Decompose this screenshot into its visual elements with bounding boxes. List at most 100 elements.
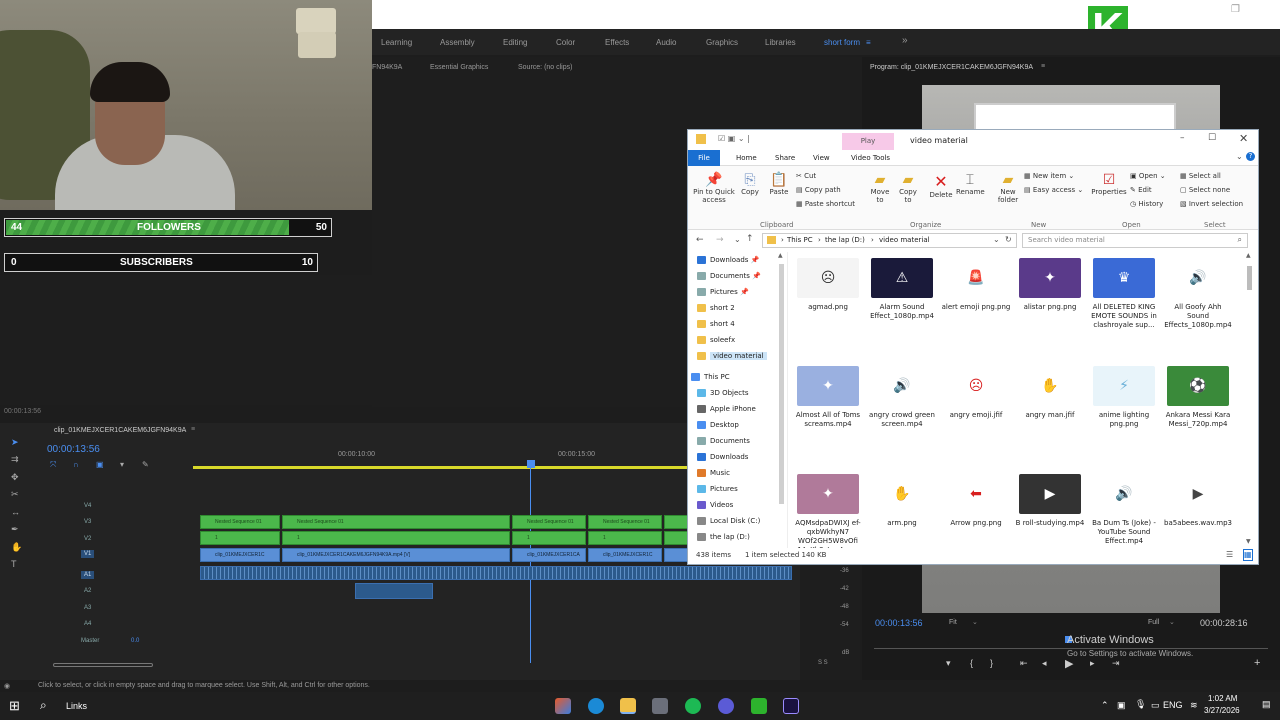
copy-path-button[interactable]: ▤ Copy path	[796, 186, 841, 194]
workspace-audio[interactable]: Audio	[656, 38, 676, 47]
v1-clip[interactable]: clip_01KMEJXCER1CA	[512, 548, 586, 562]
fit-chevron-down-icon[interactable]: ⌄	[972, 618, 978, 626]
nav-item[interactable]: soleefx	[697, 336, 735, 344]
start-windows-icon[interactable]: ⊞	[9, 698, 20, 714]
details-view-icon[interactable]: ☰	[1226, 550, 1233, 559]
nav-scrollbar[interactable]: ▲	[778, 252, 786, 548]
marker-icon[interactable]: ▾	[120, 460, 124, 469]
v2-clip[interactable]: 1	[512, 531, 586, 545]
clock-time[interactable]: 1:02 AM	[1208, 694, 1237, 703]
track-a3[interactable]: A3	[84, 605, 91, 611]
workspace-graphics[interactable]: Graphics	[706, 38, 738, 47]
breadcrumb-root-chevron[interactable]: ›	[781, 236, 784, 244]
meter-solo-label[interactable]: S S	[818, 660, 828, 666]
nav-item[interactable]: Local Disk (C:)	[697, 517, 760, 525]
tab-clip[interactable]: FN94K9A	[372, 64, 402, 71]
spotify-icon[interactable]	[685, 698, 701, 714]
microphone-icon[interactable]: 🎙	[1135, 699, 1146, 710]
breadcrumb-drive[interactable]: the lap (D:)	[825, 236, 865, 244]
v1-clip[interactable]: clip_01KMEJXCER1C	[588, 548, 662, 562]
move-to-button[interactable]: ▰ Move to	[868, 172, 892, 204]
quick-access-toolbar-icon[interactable]: ☑ ▣ ⌄ |	[718, 134, 750, 143]
workspace-libraries[interactable]: Libraries	[765, 38, 796, 47]
delete-button[interactable]: ✕ Delete	[928, 172, 954, 199]
search-input[interactable]: Search video material ⌕	[1022, 233, 1248, 248]
snap-icon[interactable]: ⤧	[50, 460, 56, 470]
file-item[interactable]: ♛ All DELETED KING EMOTE SOUNDS in clashr…	[1089, 258, 1159, 330]
program-timecode[interactable]: 00:00:13:56	[875, 618, 923, 628]
sequence-tab[interactable]: clip_01KMEJXCER1CAKEM6JGFN94K9A	[54, 427, 186, 434]
tab-home[interactable]: Home	[736, 154, 757, 162]
back-icon[interactable]: ←	[696, 235, 704, 245]
timeline-timecode[interactable]: 00:00:13:56	[47, 444, 100, 455]
breadcrumb-this-pc[interactable]: This PC	[787, 236, 813, 244]
track-v3[interactable]: V3	[84, 519, 91, 525]
nav-item[interactable]: Music	[697, 469, 730, 477]
store-icon[interactable]	[652, 698, 668, 714]
files-scroll-thumb[interactable]	[1247, 266, 1252, 290]
copy-button[interactable]: ⎘ Copy	[738, 172, 762, 196]
program-menu-icon[interactable]: ≡	[1041, 63, 1045, 70]
kick-app-icon[interactable]	[751, 698, 767, 714]
nav-scroll-up-icon[interactable]: ▲	[778, 252, 783, 259]
window-restore-icon[interactable]: ❐	[1231, 4, 1240, 15]
files-scroll-up-icon[interactable]: ▲	[1246, 252, 1251, 259]
v2-clip[interactable]	[664, 531, 688, 545]
clock-date[interactable]: 3/27/2026	[1204, 706, 1240, 715]
files-scroll-down-icon[interactable]: ▼	[1246, 538, 1251, 545]
tab-file[interactable]: File	[688, 150, 720, 166]
program-fit-select[interactable]: Fit	[949, 619, 957, 626]
v1-clip[interactable]	[664, 548, 688, 562]
selection-tool-icon[interactable]: ➤	[11, 437, 21, 447]
search-icon[interactable]: ⌕	[40, 698, 47, 713]
large-icons-view-icon[interactable]: ▦	[1243, 549, 1253, 561]
paste-shortcut-button[interactable]: ▦ Paste shortcut	[796, 200, 855, 208]
wifi-icon[interactable]: ≋	[1190, 700, 1198, 711]
pen-tool-icon[interactable]: ✒	[11, 524, 21, 534]
file-item[interactable]: ⬅ Arrow png.png	[941, 474, 1011, 528]
quality-chevron-down-icon[interactable]: ⌄	[1169, 618, 1175, 626]
breadcrumb-chevron[interactable]: ›	[871, 236, 874, 244]
v2-clip[interactable]: 1	[200, 531, 280, 545]
settings-wrench-icon[interactable]: ✎	[142, 460, 149, 469]
open-button[interactable]: ▣ Open ⌄	[1130, 172, 1166, 180]
file-item[interactable]: ✦ AQMsdpaDWIXJ ef-qxbWkhyN7 WOf2GH5W8vOfi…	[793, 474, 863, 550]
nav-item[interactable]: This PC	[691, 373, 730, 381]
pin-quick-access-button[interactable]: 📌 Pin to Quick access	[692, 172, 736, 204]
file-explorer-icon[interactable]	[620, 698, 636, 714]
nav-item[interactable]: video material	[697, 352, 767, 360]
v2-clip[interactable]: 1	[588, 531, 662, 545]
mark-in-icon[interactable]: {	[970, 658, 973, 668]
file-item[interactable]: ✋ angry man.jfif	[1015, 366, 1085, 420]
file-item[interactable]: ⚽ Ankara Messi Kara Messi_720p.mp4	[1163, 366, 1233, 429]
v1-clip[interactable]: clip_01KMEJXCER1C	[200, 548, 280, 562]
track-a1[interactable]: A1	[81, 571, 95, 579]
minimize-icon[interactable]: –	[1180, 133, 1185, 143]
nav-item[interactable]: Desktop	[697, 421, 739, 429]
history-button[interactable]: ◷ History	[1130, 200, 1163, 208]
copy-to-button[interactable]: ▰ Copy to	[896, 172, 920, 204]
file-item[interactable]: ⚠ Alarm Sound Effect_1080p.mp4	[867, 258, 937, 321]
type-tool-icon[interactable]: T	[11, 559, 21, 569]
ribbon-collapse-icon[interactable]: ⌄	[1236, 152, 1243, 161]
recent-locations-icon[interactable]: ⌄	[734, 235, 741, 244]
file-item[interactable]: ✦ Almost All of Toms screams.mp4	[793, 366, 863, 429]
step-back-icon[interactable]: ◂	[1042, 658, 1047, 669]
rename-button[interactable]: ⌶ Rename	[956, 172, 985, 196]
workspace-color[interactable]: Color	[556, 38, 575, 47]
a2-audio-clip[interactable]	[355, 583, 433, 599]
add-marker-icon[interactable]: ▾	[946, 658, 951, 669]
cut-button[interactable]: ✂ Cut	[796, 172, 816, 180]
breadcrumb-video-material[interactable]: video material	[879, 236, 930, 244]
address-dropdown-icon[interactable]: ⌄	[993, 235, 1000, 244]
mark-out-icon[interactable]: }	[990, 658, 993, 668]
nav-item[interactable]: Pictures 📌	[697, 288, 749, 296]
ripple-edit-tool-icon[interactable]: ✥	[11, 472, 21, 482]
track-select-tool-icon[interactable]: ⇉	[11, 454, 21, 464]
workspace-learning[interactable]: Learning	[381, 38, 412, 47]
nav-item[interactable]: Apple iPhone	[697, 405, 756, 413]
go-to-in-icon[interactable]: ⇤	[1020, 658, 1028, 669]
file-item[interactable]: ✦ alistar png.png	[1015, 258, 1085, 312]
file-item[interactable]: 🔊 All Goofy Ahh Sound Effects_1080p.mp4	[1163, 258, 1233, 330]
nested-sequence-clip[interactable]: Nested Sequence 01	[200, 515, 280, 529]
